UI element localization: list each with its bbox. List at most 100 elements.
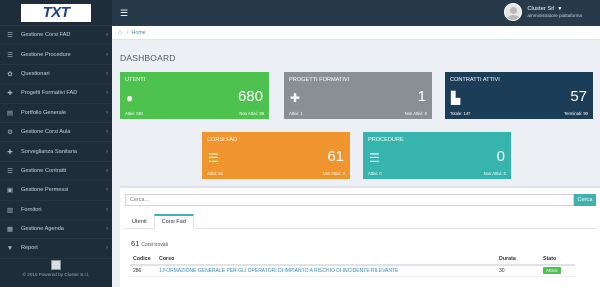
cell-codice: 286 [130,265,156,277]
search-panel: Cerca Utenti Corsi Fad 61Corsi trovati C… [120,186,600,287]
tile-foot-left: Attivi: 0 [368,171,382,176]
tile-value: 680 [237,88,263,105]
tile-foot-left: Attivi: 61 [207,171,224,176]
page-title: DASHBOARD [120,53,176,63]
tile-title: Utenti [125,77,146,83]
company-logo-icon [51,260,61,270]
tile-foot-right: Non Attivi: 0 [322,171,345,176]
user-role: amministratore piattaforma [527,13,582,18]
search-button[interactable]: Cerca [574,194,596,206]
tile-foot-right: Terminati: 90 [564,111,588,116]
sidebar-item-label: Gestione Corsi Aula [21,129,71,136]
cogs-icon: ⚙ [7,129,13,137]
column-header-stato[interactable]: Stato [540,254,575,266]
sidebar-item-label: Gestione Contratti [21,167,67,174]
course-link[interactable]: 1.FORMAZIONE GENERALE PER GLI OPERATORI … [156,265,496,277]
sidebar-item-portfolio[interactable]: ▤ Portfolio Generale › [0,104,112,123]
home-icon: ⌂ [118,29,122,36]
chevron-right-icon: › [106,129,108,136]
footer-copyright: © 2015 Powered by Cluster S.r.l. [22,272,90,277]
sidebar-item-sorveglianza[interactable]: ✚ Sorveglianza Sanitaria › [0,142,112,162]
sidebar-item-label: Questionari [21,70,50,77]
industry-icon: ▙ [451,91,461,105]
suppliers-icon: ▥ [6,206,14,214]
user-icon: ● [126,91,134,105]
table-header-row: Codice Corso Durata Stato [130,254,575,266]
search-input[interactable] [125,194,574,206]
sidebar-footer: © 2015 Powered by Cluster S.r.l. [0,257,112,287]
chevron-right-icon: › [106,167,108,174]
user-menu[interactable]: Cluster Srl ▼ amministratore piattaforma [504,3,582,21]
list-icon: ☰ [208,151,219,165]
cell-stato: Attivo [540,265,575,277]
tile-foot-right: Non Attivi: 89 [239,111,264,116]
chevron-right-icon: › [106,187,108,194]
chevron-right-icon: › [106,51,108,58]
tile-foot-right: Non Attivi: 0 [404,111,427,116]
sidebar-item-corsi-aula[interactable]: ⚙ Gestione Corsi Aula › [0,123,112,143]
folder-icon: ▤ [6,109,14,117]
tile-foot-left: Totale: 147 [450,111,471,116]
tile-contratti-attivi[interactable]: Contratti attivi ▙ 57 Totale: 147 Termin… [445,72,593,119]
brand-logo[interactable]: TXT [21,3,91,22]
top-header: ☰ Cluster Srl ▼ amministratore piattaform… [112,0,600,26]
puzzle-icon: ✚ [290,91,301,105]
results-count-label: Corsi trovati [141,242,169,248]
column-header-codice[interactable]: Codice [130,254,156,266]
column-header-corso[interactable]: Corso [156,254,496,266]
tile-foot-left: Attivi: 1 [289,111,303,116]
tile-progetti-formativi[interactable]: Progetti Formativi ✚ 1 Attivi: 1 Non Att… [284,72,432,119]
sidebar-item-permessi[interactable]: ▣ Gestione Permessi › [0,181,112,201]
column-header-durata[interactable]: Durata [496,254,540,266]
breadcrumb-separator: › [126,29,129,36]
chevron-right-icon: › [106,109,108,116]
chevron-right-icon: › [106,90,108,97]
sidebar-item-label: Gestione Agenda [21,226,64,233]
tile-title: Procedure [368,137,404,143]
chevron-right-icon: › [106,245,108,252]
sidebar-item-agenda[interactable]: ▦ Gestione Agenda › [0,220,112,240]
avatar [504,3,523,21]
cog-icon: ✿ [7,70,13,78]
sidebar-item-fornitori[interactable]: ▥ Fornitori › [0,201,112,220]
status-badge: Attivo [543,267,561,275]
tile-procedure[interactable]: Procedure ☰ 0 Attivi: 0 Non Attivi: 0 [363,132,511,179]
sidebar-item-label: Report [21,245,38,252]
table-row[interactable]: 286 1.FORMAZIONE GENERALE PER GLI OPERAT… [130,265,575,277]
search-row: Cerca [125,194,596,206]
list-icon: ☰ [369,151,380,165]
tile-corsi-fad[interactable]: Corsi FAD ☰ 61 Attivi: 61 Non Attivi: 0 [202,132,350,179]
sidebar-item-questionari[interactable]: ✿ Questionari › [0,65,112,85]
sidebar-item-label: Gestione Procedure [21,51,71,58]
tile-title: Corsi FAD [207,137,238,143]
tile-title: Contratti attivi [450,77,500,83]
calendar-icon: ▦ [6,226,14,234]
tab-corsi-fad[interactable]: Corsi Fad [153,214,194,229]
sidebar-item-label: Fornitori [21,206,42,213]
sidebar-item-gestione-corsi-fad[interactable]: ☰ Gestione Corsi FAD › [0,26,112,46]
cell-durata: 30 [496,265,540,277]
menu-toggle-icon[interactable]: ☰ [120,8,128,19]
courses-table: Codice Corso Durata Stato 286 1.FORMAZIO… [130,254,575,277]
breadcrumb-home-link[interactable]: Home [131,30,145,36]
sidebar-item-contratti[interactable]: ☰ Gestione Contratti › [0,162,112,182]
tab-bar: Utenti Corsi Fad [125,214,596,229]
tab-utenti[interactable]: Utenti [125,214,154,229]
sidebar-item-gestione-procedure[interactable]: ☰ Gestione Procedure › [0,45,112,65]
chevron-right-icon: › [106,32,108,39]
tile-utenti[interactable]: Utenti ● 680 Attivi: 591 Non Attivi: 89 [120,72,269,119]
tile-value: 61 [327,148,344,165]
tile-foot-right: Non Attivi: 0 [483,171,506,176]
filter-icon: ▼ [6,244,14,252]
chevron-right-icon: › [106,70,108,77]
sidebar-item-label: Portfolio Generale [21,109,67,116]
sidebar: TXT ☰ Gestione Corsi FAD › ☰ Gestione Proce… [0,0,112,287]
sidebar-item-report[interactable]: ▼ Report › [0,239,112,259]
sidebar-item-label: Progetti Formativi FAD [21,90,78,97]
tile-value: 57 [570,88,587,105]
sidebar-item-progetti-formativi[interactable]: ✚ Progetti Formativi FAD › [0,84,112,104]
sidebar-item-label: Sorveglianza Sanitaria [21,148,77,155]
results-count-number: 61 [131,239,140,248]
results-count: 61 Corsi trovati [131,239,168,248]
contracts-icon: ☰ [7,167,13,175]
